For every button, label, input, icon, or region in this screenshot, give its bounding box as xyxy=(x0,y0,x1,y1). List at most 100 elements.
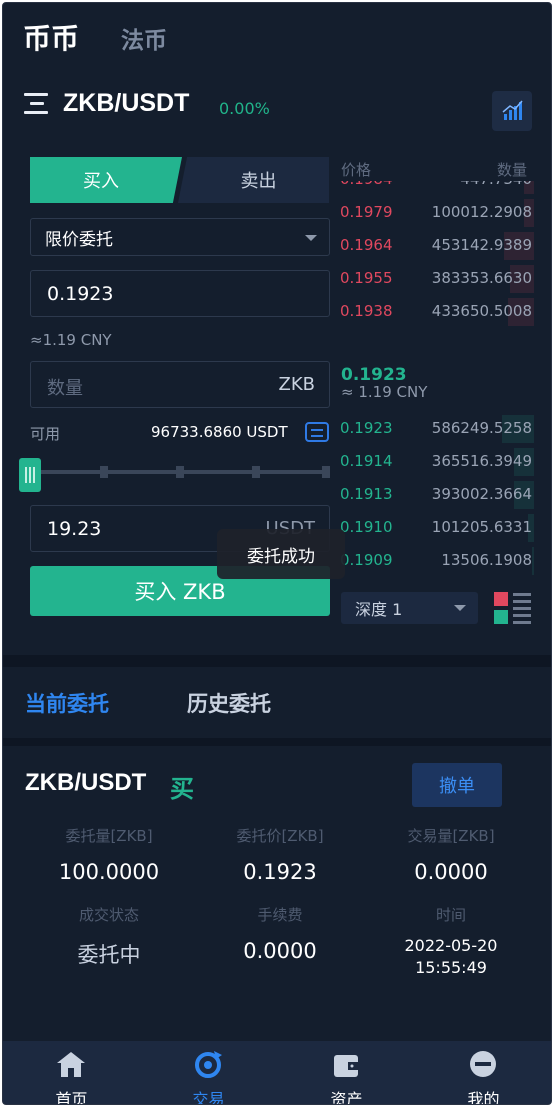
menu-icon[interactable] xyxy=(24,91,48,117)
order-pair: ZKB/USDT xyxy=(25,769,147,796)
bid-qty: 101205.6331 xyxy=(431,518,532,536)
pair-title[interactable]: ZKB/USDT xyxy=(63,89,189,118)
tab-coin[interactable]: 币币 xyxy=(23,17,79,57)
ask-qty: 453142.9389 xyxy=(431,236,532,254)
orderbook-layout-icon[interactable] xyxy=(494,592,532,624)
orderbook-asks: 0.1984 447.7340 0.1979 100012.2908 0.1964 453… xyxy=(336,181,534,341)
orderbook-header-qty: 数量 xyxy=(496,161,527,179)
user-icon xyxy=(470,1051,496,1077)
slider-tick[interactable] xyxy=(252,466,260,478)
slider-tick[interactable] xyxy=(100,466,108,478)
order-type-select[interactable]: 限价委托 xyxy=(30,218,330,256)
nav-label: 我的 xyxy=(467,1090,500,1105)
slider-tick[interactable] xyxy=(322,466,330,478)
section-divider xyxy=(3,655,551,667)
field-value: 0.0000 xyxy=(414,860,488,884)
field-value: 0.0000 xyxy=(243,939,317,963)
time-date: 2022-05-20 xyxy=(404,936,498,955)
field-value: 0.1923 xyxy=(243,860,317,884)
nav-label: 首页 xyxy=(55,1090,88,1105)
slider-handle[interactable] xyxy=(19,458,41,492)
price-cny-hint: ≈1.19 CNY xyxy=(30,331,112,349)
last-price[interactable]: 0.1923 xyxy=(341,365,407,385)
order-field-time: 时间 2022-05-20 15:55:49 xyxy=(366,904,536,979)
bid-row[interactable]: 0.1909 13506.1908 xyxy=(336,545,534,575)
field-value: 100.0000 xyxy=(58,860,160,884)
order-type-label: 限价委托 xyxy=(45,229,113,250)
order-field-filled: 交易量[ZKB] 0.0000 xyxy=(366,825,536,884)
bid-row[interactable]: 0.1914 365516.3949 xyxy=(336,446,534,476)
chart-button[interactable] xyxy=(492,91,532,131)
ask-price: 0.1938 xyxy=(340,302,393,320)
ask-price: 0.1955 xyxy=(340,269,393,287)
ask-price: 0.1984 xyxy=(340,181,393,188)
quantity-placeholder: 数量 xyxy=(47,378,83,399)
field-label: 时间 xyxy=(435,906,466,924)
quantity-unit: ZKB xyxy=(278,374,315,395)
bid-qty: 393002.3664 xyxy=(431,485,532,503)
price-input[interactable]: 0.1923 xyxy=(30,270,330,317)
depth-select[interactable]: 深度 1 xyxy=(341,592,478,624)
nav-assets[interactable]: 资产 xyxy=(278,1041,415,1105)
depth-select-label: 深度 1 xyxy=(355,600,403,619)
field-label: 成交状态 xyxy=(78,906,139,924)
ask-price: 0.1964 xyxy=(340,236,393,254)
bid-price: 0.1913 xyxy=(340,485,393,503)
ask-row[interactable]: 0.1984 447.7340 xyxy=(336,181,534,194)
section-divider xyxy=(3,738,551,746)
order-field-fee: 手续费 0.0000 xyxy=(195,904,365,963)
bid-row[interactable]: 0.1910 101205.6331 xyxy=(336,512,534,542)
ask-row[interactable]: 0.1964 453142.9389 xyxy=(336,230,534,260)
ask-row[interactable]: 0.1938 433650.5008 xyxy=(336,296,534,326)
ask-qty: 447.7340 xyxy=(460,181,532,188)
available-label: 可用 xyxy=(30,425,61,443)
slider-tick[interactable] xyxy=(176,466,184,478)
home-icon xyxy=(57,1052,85,1077)
field-value: 委托中 xyxy=(77,943,141,967)
bid-price: 0.1923 xyxy=(340,419,393,437)
trade-screen: 币币 法币 ZKB/USDT 0.00% 买入 卖出 限价委托 0.1923 ≈… xyxy=(2,2,552,1105)
cancel-order-button[interactable]: 撤单 xyxy=(412,763,502,807)
pair-change: 0.00% xyxy=(219,99,270,118)
time-clock: 15:55:49 xyxy=(415,958,487,977)
available-value: 96733.6860 USDT xyxy=(151,423,288,441)
wallet-icon xyxy=(334,1055,358,1077)
ask-row[interactable]: 0.1979 100012.2908 xyxy=(336,197,534,227)
ask-qty: 433650.5008 xyxy=(431,302,532,320)
nav-profile[interactable]: 我的 xyxy=(415,1041,551,1105)
ask-row[interactable]: 0.1955 383353.6630 xyxy=(336,263,534,293)
field-label: 委托量[ZKB] xyxy=(65,827,153,845)
nav-home[interactable]: 首页 xyxy=(3,1041,140,1105)
nav-label: 资产 xyxy=(330,1090,363,1105)
bid-price: 0.1914 xyxy=(340,452,393,470)
bid-row[interactable]: 0.1913 393002.3664 xyxy=(336,479,534,509)
tab-current-orders[interactable]: 当前委托 xyxy=(25,688,109,718)
bid-qty: 13506.1908 xyxy=(441,551,532,569)
ask-qty: 383353.6630 xyxy=(431,269,532,287)
order-field-price: 委托价[ZKB] 0.1923 xyxy=(195,825,365,884)
chevron-down-icon xyxy=(305,235,317,241)
chevron-down-icon xyxy=(454,605,466,611)
order-side: 买 xyxy=(170,775,194,803)
tab-sell[interactable]: 卖出 xyxy=(178,157,329,203)
trade-icon xyxy=(195,1051,222,1078)
toast-message: 委托成功 xyxy=(217,529,345,579)
bid-qty: 586249.5258 xyxy=(431,419,532,437)
field-label: 手续费 xyxy=(257,906,303,924)
tab-fiat[interactable]: 法币 xyxy=(121,21,167,55)
order-field-amount: 委托量[ZKB] 100.0000 xyxy=(24,825,194,884)
tab-history-orders[interactable]: 历史委托 xyxy=(187,688,271,718)
bid-price: 0.1909 xyxy=(340,551,393,569)
bid-depth-bar xyxy=(532,547,534,575)
amount-slider[interactable] xyxy=(30,466,330,478)
ask-price: 0.1979 xyxy=(340,203,393,221)
field-value: 2022-05-20 15:55:49 xyxy=(366,935,536,979)
transfer-icon[interactable] xyxy=(305,422,329,442)
field-label: 交易量[ZKB] xyxy=(407,827,495,845)
tab-buy[interactable]: 买入 xyxy=(30,157,182,203)
quantity-input[interactable]: 数量 ZKB xyxy=(30,361,330,408)
nav-trade[interactable]: 交易 xyxy=(140,1041,277,1104)
bid-row[interactable]: 0.1923 586249.5258 xyxy=(336,413,534,443)
chart-icon xyxy=(502,100,523,120)
bid-price: 0.1910 xyxy=(340,518,393,536)
